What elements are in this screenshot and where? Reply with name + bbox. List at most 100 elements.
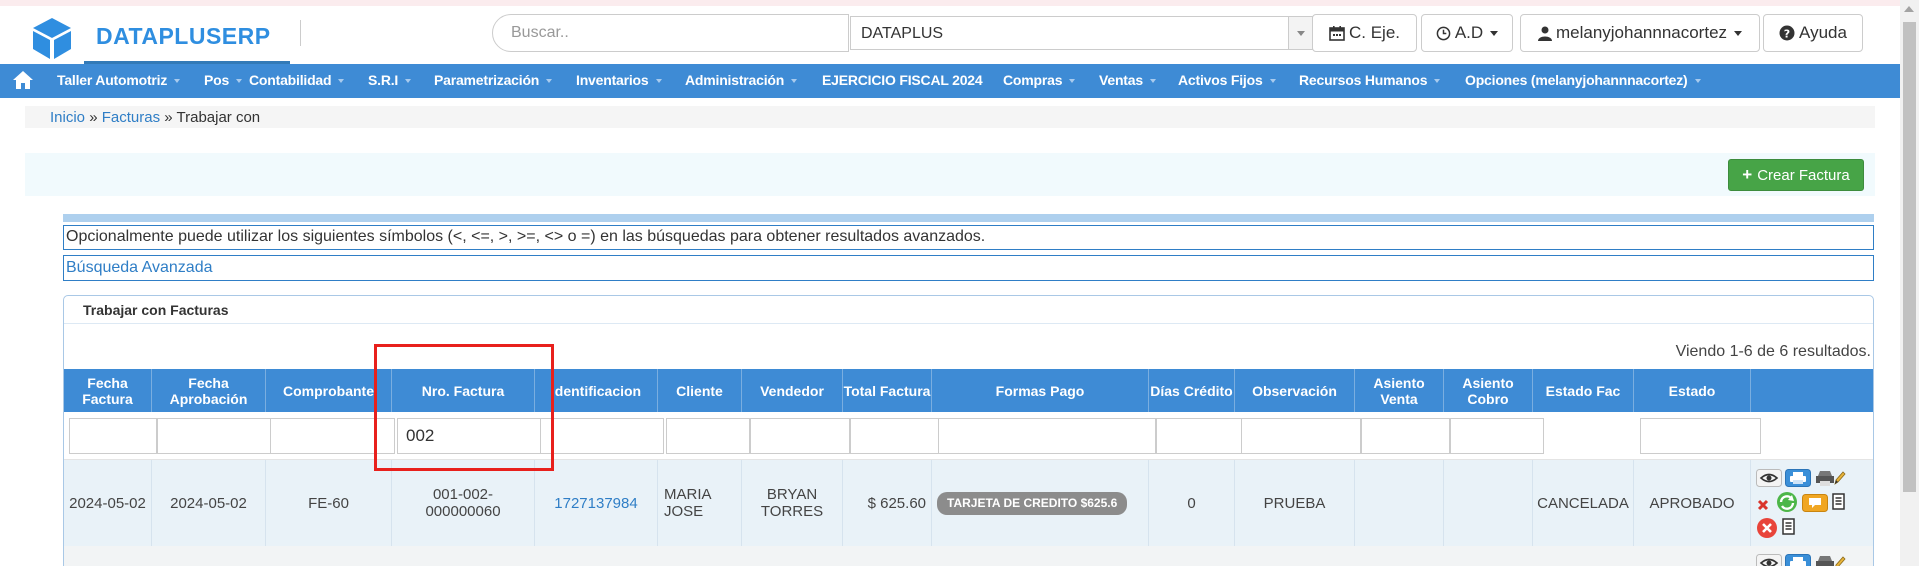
table-row: 2024-05-02 2024-05-02 FE-60 001-002-0000… bbox=[64, 460, 1873, 546]
nav-item-sri[interactable]: S.R.I bbox=[368, 72, 412, 88]
cell-asiento-cobro bbox=[1444, 460, 1533, 546]
col-dias-credito[interactable]: Días Crédito bbox=[1149, 369, 1235, 412]
filter-identificacion[interactable] bbox=[540, 418, 664, 454]
cell-nro-factura: 001-002-000000060 bbox=[392, 460, 535, 546]
nav-item-activos-fijos[interactable]: Activos Fijos bbox=[1178, 72, 1276, 88]
company-select[interactable]: DATAPLUS bbox=[850, 16, 1313, 50]
identificacion-link[interactable]: 1727137984 bbox=[554, 495, 637, 512]
pencil-icon[interactable] bbox=[1832, 554, 1846, 566]
filter-formas-pago[interactable] bbox=[938, 418, 1156, 454]
ad-button-label: A.D bbox=[1454, 23, 1484, 42]
chevron-down-icon bbox=[1288, 17, 1312, 49]
user-name: melanyjohannnacortez bbox=[1555, 23, 1728, 42]
col-total-factura[interactable]: Total Factura bbox=[843, 369, 932, 412]
nav-item-recursos-humanos[interactable]: Recursos Humanos bbox=[1299, 72, 1441, 88]
payment-badge: TARJETA DE CREDITO $625.6 bbox=[937, 491, 1128, 515]
advanced-search-link[interactable]: Búsqueda Avanzada bbox=[63, 255, 1874, 281]
breadcrumb: Inicio » Facturas » Trabajar con bbox=[50, 109, 261, 126]
filter-total-factura[interactable] bbox=[850, 418, 939, 454]
cell-fecha-factura: 2024-05-02 bbox=[64, 460, 152, 546]
nav-item-contabilidad[interactable]: Contabilidad bbox=[249, 72, 345, 88]
print-icon[interactable] bbox=[1785, 469, 1811, 487]
cell-dias-credito: 0 bbox=[1149, 460, 1235, 546]
document-icon[interactable] bbox=[1831, 493, 1847, 511]
create-invoice-button[interactable]: + Crear Factura bbox=[1728, 159, 1864, 191]
scroll-up-icon[interactable] bbox=[1904, 6, 1914, 12]
refresh-icon[interactable] bbox=[1775, 491, 1799, 513]
search-hint: Opcionalmente puede utilizar los siguien… bbox=[63, 225, 1874, 250]
cube-logo-icon bbox=[33, 18, 71, 59]
breadcrumb-home-link[interactable]: Inicio bbox=[50, 109, 85, 126]
calendar-icon bbox=[1329, 26, 1345, 41]
search-input[interactable] bbox=[492, 14, 849, 52]
view-icon[interactable] bbox=[1756, 469, 1782, 487]
filter-asiento-venta[interactable] bbox=[1361, 418, 1450, 454]
plus-icon: + bbox=[1742, 165, 1753, 184]
filter-row bbox=[64, 412, 1873, 460]
caret-down-icon bbox=[1734, 30, 1743, 36]
filter-vendedor[interactable] bbox=[750, 418, 850, 454]
pencil-icon[interactable] bbox=[1832, 469, 1846, 487]
col-cliente[interactable]: Cliente bbox=[658, 369, 742, 412]
print-icon[interactable] bbox=[1785, 554, 1811, 566]
nav-item-ejercicio-fiscal[interactable]: EJERCICIO FISCAL 2024 bbox=[822, 72, 983, 88]
company-select-value: DATAPLUS bbox=[861, 25, 944, 42]
col-formas-pago[interactable]: Formas Pago bbox=[932, 369, 1149, 412]
cell-cliente: MARIA JOSE bbox=[658, 460, 742, 546]
cell-vendedor: BRYAN TORRES bbox=[742, 460, 843, 546]
question-circle-icon: ? bbox=[1779, 25, 1795, 41]
divider-bar bbox=[63, 214, 1874, 222]
nav-item-ventas[interactable]: Ventas bbox=[1099, 72, 1156, 88]
user-menu-button[interactable]: melanyjohannnacortez bbox=[1520, 14, 1760, 52]
results-summary: Viendo 1-6 de 6 resultados. bbox=[1675, 343, 1871, 360]
cell-estado: APROBADO bbox=[1634, 460, 1751, 546]
cell-asiento-venta bbox=[1355, 460, 1444, 546]
ejercicio-button-label: C. Eje. bbox=[1348, 23, 1401, 42]
cell-estado-fac: CANCELADA bbox=[1533, 460, 1634, 546]
filter-fecha-factura[interactable] bbox=[69, 418, 157, 454]
col-fecha-aprobacion[interactable]: Fecha Aprobación bbox=[152, 369, 266, 412]
table-row bbox=[64, 546, 1873, 566]
delete-x-icon[interactable] bbox=[1756, 495, 1770, 513]
breadcrumb-facturas-link[interactable]: Facturas bbox=[102, 109, 160, 126]
filter-observacion[interactable] bbox=[1241, 418, 1361, 454]
col-fecha-factura[interactable]: Fecha Factura bbox=[64, 369, 152, 412]
caret-down-icon bbox=[1490, 30, 1499, 36]
nav-item-compras[interactable]: Compras bbox=[1003, 72, 1076, 88]
scrollbar-thumb[interactable] bbox=[1903, 22, 1916, 492]
col-estado[interactable]: Estado bbox=[1634, 369, 1751, 412]
grid-title-divider bbox=[64, 323, 1873, 324]
cell-comprobante: FE-60 bbox=[266, 460, 392, 546]
filter-asiento-cobro[interactable] bbox=[1450, 418, 1544, 454]
cancel-circle-icon[interactable] bbox=[1756, 517, 1778, 539]
brand-name[interactable]: DATAPLUSERP bbox=[96, 23, 271, 50]
filter-estado[interactable] bbox=[1640, 418, 1761, 454]
nav-item-opciones[interactable]: Opciones (melanyjohannnacortez) bbox=[1465, 72, 1701, 88]
comment-icon[interactable] bbox=[1802, 494, 1828, 512]
nav-item-pos[interactable]: Pos bbox=[204, 72, 243, 88]
col-vendedor[interactable]: Vendedor bbox=[742, 369, 843, 412]
view-icon[interactable] bbox=[1756, 554, 1782, 566]
col-observacion[interactable]: Observación bbox=[1235, 369, 1355, 412]
col-asiento-venta[interactable]: Asiento Venta bbox=[1355, 369, 1444, 412]
clock-icon bbox=[1436, 26, 1451, 40]
help-button-label: Ayuda bbox=[1799, 23, 1847, 42]
breadcrumb-current: Trabajar con bbox=[176, 109, 261, 126]
filter-fecha-aprobacion[interactable] bbox=[157, 418, 274, 454]
cell-observacion: PRUEBA bbox=[1235, 460, 1355, 546]
ad-dropdown-button[interactable]: A.D bbox=[1421, 14, 1513, 52]
help-button[interactable]: ? Ayuda bbox=[1763, 14, 1863, 52]
home-icon[interactable] bbox=[12, 69, 34, 91]
ejercicio-button[interactable]: C. Eje. bbox=[1312, 14, 1417, 52]
filter-dias-credito[interactable] bbox=[1156, 418, 1244, 454]
nav-item-inventarios[interactable]: Inventarios bbox=[576, 72, 662, 88]
filter-cliente[interactable] bbox=[666, 418, 750, 454]
nav-item-parametrizacion[interactable]: Parametrización bbox=[434, 72, 553, 88]
svg-text:?: ? bbox=[1784, 27, 1790, 40]
document-icon[interactable] bbox=[1781, 518, 1797, 536]
col-estado-fac[interactable]: Estado Fac bbox=[1533, 369, 1634, 412]
col-asiento-cobro[interactable]: Asiento Cobro bbox=[1444, 369, 1533, 412]
highlight-box bbox=[374, 344, 554, 471]
nav-item-administracion[interactable]: Administración bbox=[685, 72, 798, 88]
nav-item-taller[interactable]: Taller Automotriz bbox=[57, 72, 181, 88]
